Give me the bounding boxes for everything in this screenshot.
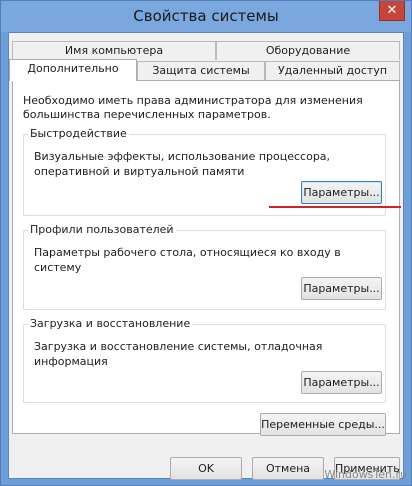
annotation-underline — [269, 206, 401, 208]
ok-button[interactable]: OK — [170, 457, 242, 480]
cancel-button[interactable]: Отмена — [252, 457, 324, 480]
user-profiles-description: Параметры рабочего стола, относящиеся ко… — [34, 246, 341, 274]
tab-label: Удаленный доступ — [277, 64, 388, 77]
performance-settings-button[interactable]: Параметры... — [301, 181, 382, 204]
tab-label: Оборудование — [265, 44, 351, 57]
close-button[interactable]: ✕ — [379, 1, 405, 21]
tab-label: Защита системы — [152, 64, 250, 77]
tab-hardware[interactable]: Оборудование — [216, 41, 400, 60]
tab-advanced[interactable]: Дополнительно — [9, 59, 137, 81]
startup-recovery-description: Загрузка и восстановление системы, отлад… — [34, 340, 323, 368]
tab-label: Имя компьютера — [64, 44, 164, 57]
user-profiles-title: Профили пользователей — [28, 223, 176, 237]
environment-variables-button[interactable]: Переменные среды... — [260, 413, 386, 436]
startup-recovery-group: Загрузка и восстановление Загрузка и вос… — [23, 317, 386, 403]
performance-title: Быстродействие — [28, 127, 129, 141]
watermark-text: WindowsTen.ru — [324, 468, 407, 481]
tab-system-protection[interactable]: Защита системы — [137, 61, 265, 80]
tab-computer-name[interactable]: Имя компьютера — [12, 41, 216, 60]
tab-remote-access[interactable]: Удаленный доступ — [265, 61, 400, 80]
startup-recovery-settings-button[interactable]: Параметры... — [301, 371, 382, 394]
user-profiles-settings-button[interactable]: Параметры... — [301, 277, 382, 300]
dialog-client-area: Имя компьютера Оборудование Дополнительн… — [8, 32, 404, 480]
tab-label: Дополнительно — [27, 62, 119, 75]
performance-description: Визуальные эффекты, использование процес… — [34, 150, 331, 178]
admin-rights-notice: Необходимо иметь права администратора дл… — [23, 94, 363, 121]
close-icon: ✕ — [386, 3, 398, 18]
startup-recovery-title: Загрузка и восстановление — [28, 317, 193, 331]
user-profiles-group: Профили пользователей Параметры рабочего… — [23, 223, 386, 310]
performance-group: Быстродействие Визуальные эффекты, испол… — [23, 127, 386, 216]
title-bar[interactable]: Свойства системы ✕ — [1, 1, 411, 32]
advanced-tab-panel: Необходимо иметь права администратора дл… — [12, 80, 400, 434]
system-properties-window: Свойства системы ✕ Имя компьютера Оборуд… — [0, 0, 412, 486]
window-title: Свойства системы — [133, 7, 279, 25]
